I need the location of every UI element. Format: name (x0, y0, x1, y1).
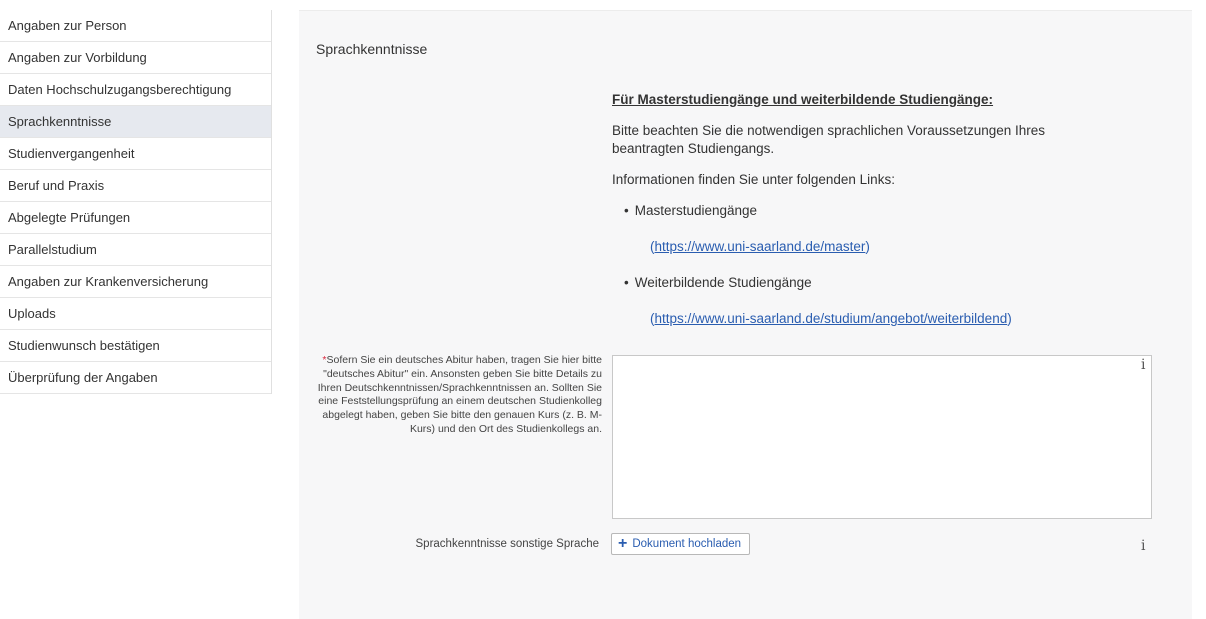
german-knowledge-textarea[interactable] (612, 355, 1152, 519)
info-links-list: • Masterstudiengänge (https://www.uni-saa… (612, 202, 1112, 328)
link-weiterbildend[interactable]: https://www.uni-saarland.de/studium/ange… (655, 311, 1008, 326)
sidebar-item-studienvergangenheit[interactable]: Studienvergangenheit (0, 138, 271, 170)
other-language-label: Sprachkenntnisse sonstige Sprache (415, 538, 599, 550)
upload-button-label: Dokument hochladen (632, 538, 742, 550)
bullet-icon: • (624, 275, 629, 290)
info-links-intro: Informationen finden Sie unter folgenden… (612, 172, 895, 187)
section-title: Sprachkenntnisse (316, 41, 428, 57)
sidebar-item-hochschulzugangsberechtigung[interactable]: Daten Hochschulzugangsberechtigung (0, 74, 271, 106)
list-item: • Masterstudiengänge (https://www.uni-saa… (624, 203, 870, 254)
list-item: • Weiterbildende Studiengänge (https://ww… (624, 275, 1012, 326)
application-page: Angaben zur Person Angaben zur Vorbildun… (0, 0, 1206, 619)
sidebar-item-person[interactable]: Angaben zur Person (0, 10, 271, 42)
german-knowledge-label-text: Sofern Sie ein deutsches Abitur haben, t… (317, 354, 602, 435)
upload-document-button[interactable]: + Dokument hochladen (611, 533, 751, 555)
sidebar-item-pruefungen[interactable]: Abgelegte Prüfungen (0, 202, 271, 234)
sidebar-item-studienwunsch[interactable]: Studienwunsch bestätigen (0, 330, 271, 362)
info-heading: Für Masterstudiengänge und weiterbildend… (612, 92, 994, 107)
sidebar-item-beruf-praxis[interactable]: Beruf und Praxis (0, 170, 271, 202)
info-paragraph: Bitte beachten Sie die notwendigen sprac… (612, 123, 1046, 156)
info-icon[interactable]: i (1141, 538, 1145, 554)
plus-icon: + (618, 535, 628, 552)
main-panel: Sprachkenntnisse Für Masterstudiengänge … (299, 10, 1192, 619)
sidebar-item-sprachkenntnisse[interactable]: Sprachkenntnisse (0, 106, 271, 138)
sidebar-item-krankenversicherung[interactable]: Angaben zur Krankenversicherung (0, 266, 271, 298)
link-master[interactable]: https://www.uni-saarland.de/master (655, 239, 866, 254)
sidebar-item-parallelstudium[interactable]: Parallelstudium (0, 234, 271, 266)
language-requirements-info: Für Masterstudiengänge und weiterbildend… (612, 91, 1112, 346)
link-label-master: Masterstudiengänge (634, 203, 758, 218)
link-label-weiterbildend: Weiterbildende Studiengänge (634, 275, 812, 290)
info-icon[interactable]: i (1141, 357, 1145, 373)
german-knowledge-label: *Sofern Sie ein deutsches Abitur haben, … (299, 354, 602, 437)
bullet-icon: • (624, 203, 629, 218)
sidebar-item-vorbildung[interactable]: Angaben zur Vorbildung (0, 42, 271, 74)
sidebar-nav: Angaben zur Person Angaben zur Vorbildun… (0, 10, 272, 394)
sidebar-item-ueberpruefung[interactable]: Überprüfung der Angaben (0, 362, 271, 394)
sidebar-item-uploads[interactable]: Uploads (0, 298, 271, 330)
